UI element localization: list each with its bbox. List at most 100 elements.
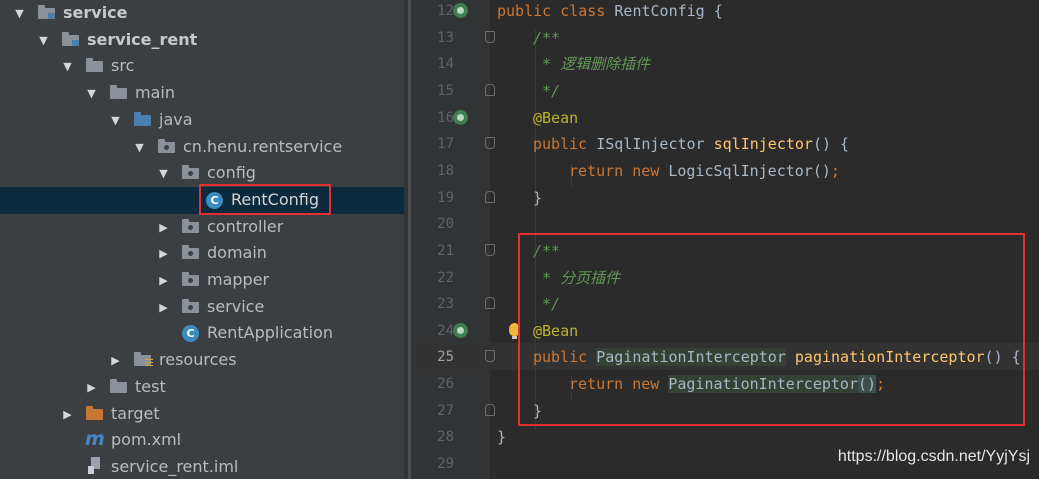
highlight-box [199,184,331,215]
module-folder-icon [62,31,79,46]
scrollbar-track[interactable] [408,0,411,479]
line-number: 12 [437,3,454,19]
fold-marker-icon[interactable] [485,244,495,256]
expand-arrow-icon[interactable]: ▼ [14,8,25,19]
tree-item-label: service_rent.iml [111,456,239,476]
tree-item-label: service_rent [87,29,198,49]
project-tree-panel: ▼ service ▼ service_rent ▼ src ▼ main ▼ [0,0,404,479]
expand-arrow-icon[interactable]: ▼ [110,115,121,126]
tree-item-iml[interactable]: service_rent.iml [0,454,404,479]
line-number: 22 [437,270,454,286]
spring-bean-gutter-icon[interactable] [453,323,468,338]
expand-arrow-icon[interactable]: ▼ [86,88,97,99]
module-folder-icon [38,5,55,19]
tree-item-controller[interactable]: ▶ controller [0,214,404,241]
code-line-12: public class RentConfig { [497,1,723,21]
punctuation: ; [830,162,840,180]
punctuation: () { [812,135,850,153]
tree-item-domain[interactable]: ▶ domain [0,240,404,267]
tree-item-main[interactable]: ▼ main [0,80,404,107]
fold-marker-icon[interactable] [485,297,495,309]
tree-item-label: service [63,3,128,22]
tree-item-label: cn.henu.rentservice [183,136,343,156]
tree-item-label: config [207,163,256,183]
code-line-15: */ [533,82,561,100]
line-number: 13 [437,30,454,46]
collapse-arrow-icon[interactable]: ▶ [62,409,73,420]
source-folder-icon [134,111,151,126]
keyword: return [569,162,624,180]
collapse-arrow-icon[interactable]: ▶ [158,275,169,286]
package-icon [158,138,175,153]
spring-config-gutter-icon[interactable] [453,3,468,18]
tree-item-label: pom.xml [111,430,182,450]
line-number: 28 [437,429,454,445]
module-file-icon [88,456,102,474]
line-number: 16 [437,110,454,126]
fold-marker-icon[interactable] [485,137,495,149]
tree-item-test[interactable]: ▶ test [0,374,404,401]
folder-icon [86,58,103,73]
collapse-arrow-icon[interactable]: ▶ [86,382,97,393]
line-number: 29 [437,456,454,472]
package-icon [182,165,199,180]
tree-item-service-rent[interactable]: ▼ service_rent [0,27,404,54]
tree-item-label: mapper [207,270,270,289]
line-number: 17 [437,136,454,152]
tree-item-src[interactable]: ▼ src [0,53,404,80]
collapse-arrow-icon[interactable]: ▶ [158,302,169,313]
tree-item-label: resources [159,350,237,370]
tree-item-target[interactable]: ▶ target [0,401,404,428]
tree-item-config[interactable]: ▼ config [0,160,404,187]
code-line-28: } [497,428,507,446]
tree-item-java[interactable]: ▼ java [0,107,404,134]
collapse-arrow-icon[interactable]: ▶ [110,355,121,366]
keyword: new [632,162,660,180]
collapse-arrow-icon[interactable]: ▶ [158,222,169,233]
fold-marker-icon[interactable] [485,404,495,416]
expand-arrow-icon[interactable]: ▼ [38,35,49,46]
package-icon [182,298,199,313]
tree-item-mapper[interactable]: ▶ mapper [0,267,404,294]
spring-boot-class-icon: C [182,325,199,343]
constructor-call: LogicSqlInjector() [659,162,831,180]
fold-marker-icon[interactable] [485,84,495,96]
excluded-folder-icon [86,405,103,420]
tree-item-pom[interactable]: m pom.xml [0,427,404,454]
package-icon [182,218,199,233]
line-number: 26 [437,376,454,392]
expand-arrow-icon[interactable]: ▼ [62,61,73,72]
fold-marker-icon[interactable] [485,350,495,362]
tree-item-service-module[interactable]: ▼ service [0,0,404,27]
collapse-arrow-icon[interactable]: ▶ [158,248,169,259]
maven-icon: m [85,428,105,451]
line-number: 24 [437,323,454,339]
keyword: class [560,2,606,20]
line-number: 19 [437,190,454,206]
line-number: 27 [437,403,454,419]
tree-item-label: controller [207,216,284,236]
line-number: 23 [437,296,454,312]
tree-item-label: test [135,376,166,396]
type-name: ISqlInjector [587,135,714,153]
folder-icon [110,85,127,100]
highlight-box [518,233,1025,426]
tree-item-label: java [159,109,193,129]
folder-icon [110,378,127,393]
tree-item-label: src [111,56,135,76]
tree-item-service-package[interactable]: ▶ service [0,294,404,321]
line-number: 14 [437,56,454,72]
tree-item-rentapplication[interactable]: C RentApplication [0,320,404,347]
tree-item-label: main [135,83,175,103]
tree-item-label: target [111,403,160,423]
tree-item-package-root[interactable]: ▼ cn.henu.rentservice [0,134,404,161]
package-icon [182,245,199,260]
tree-item-resources[interactable]: ▶ resources [0,347,404,374]
spring-bean-gutter-icon[interactable] [453,110,468,125]
code-line-14: * 逻辑删除插件 [533,55,651,73]
fold-marker-icon[interactable] [485,31,495,43]
expand-arrow-icon[interactable]: ▼ [158,168,169,179]
fold-marker-icon[interactable] [485,191,495,203]
expand-arrow-icon[interactable]: ▼ [134,142,145,153]
method-name: sqlInjector [713,135,813,153]
